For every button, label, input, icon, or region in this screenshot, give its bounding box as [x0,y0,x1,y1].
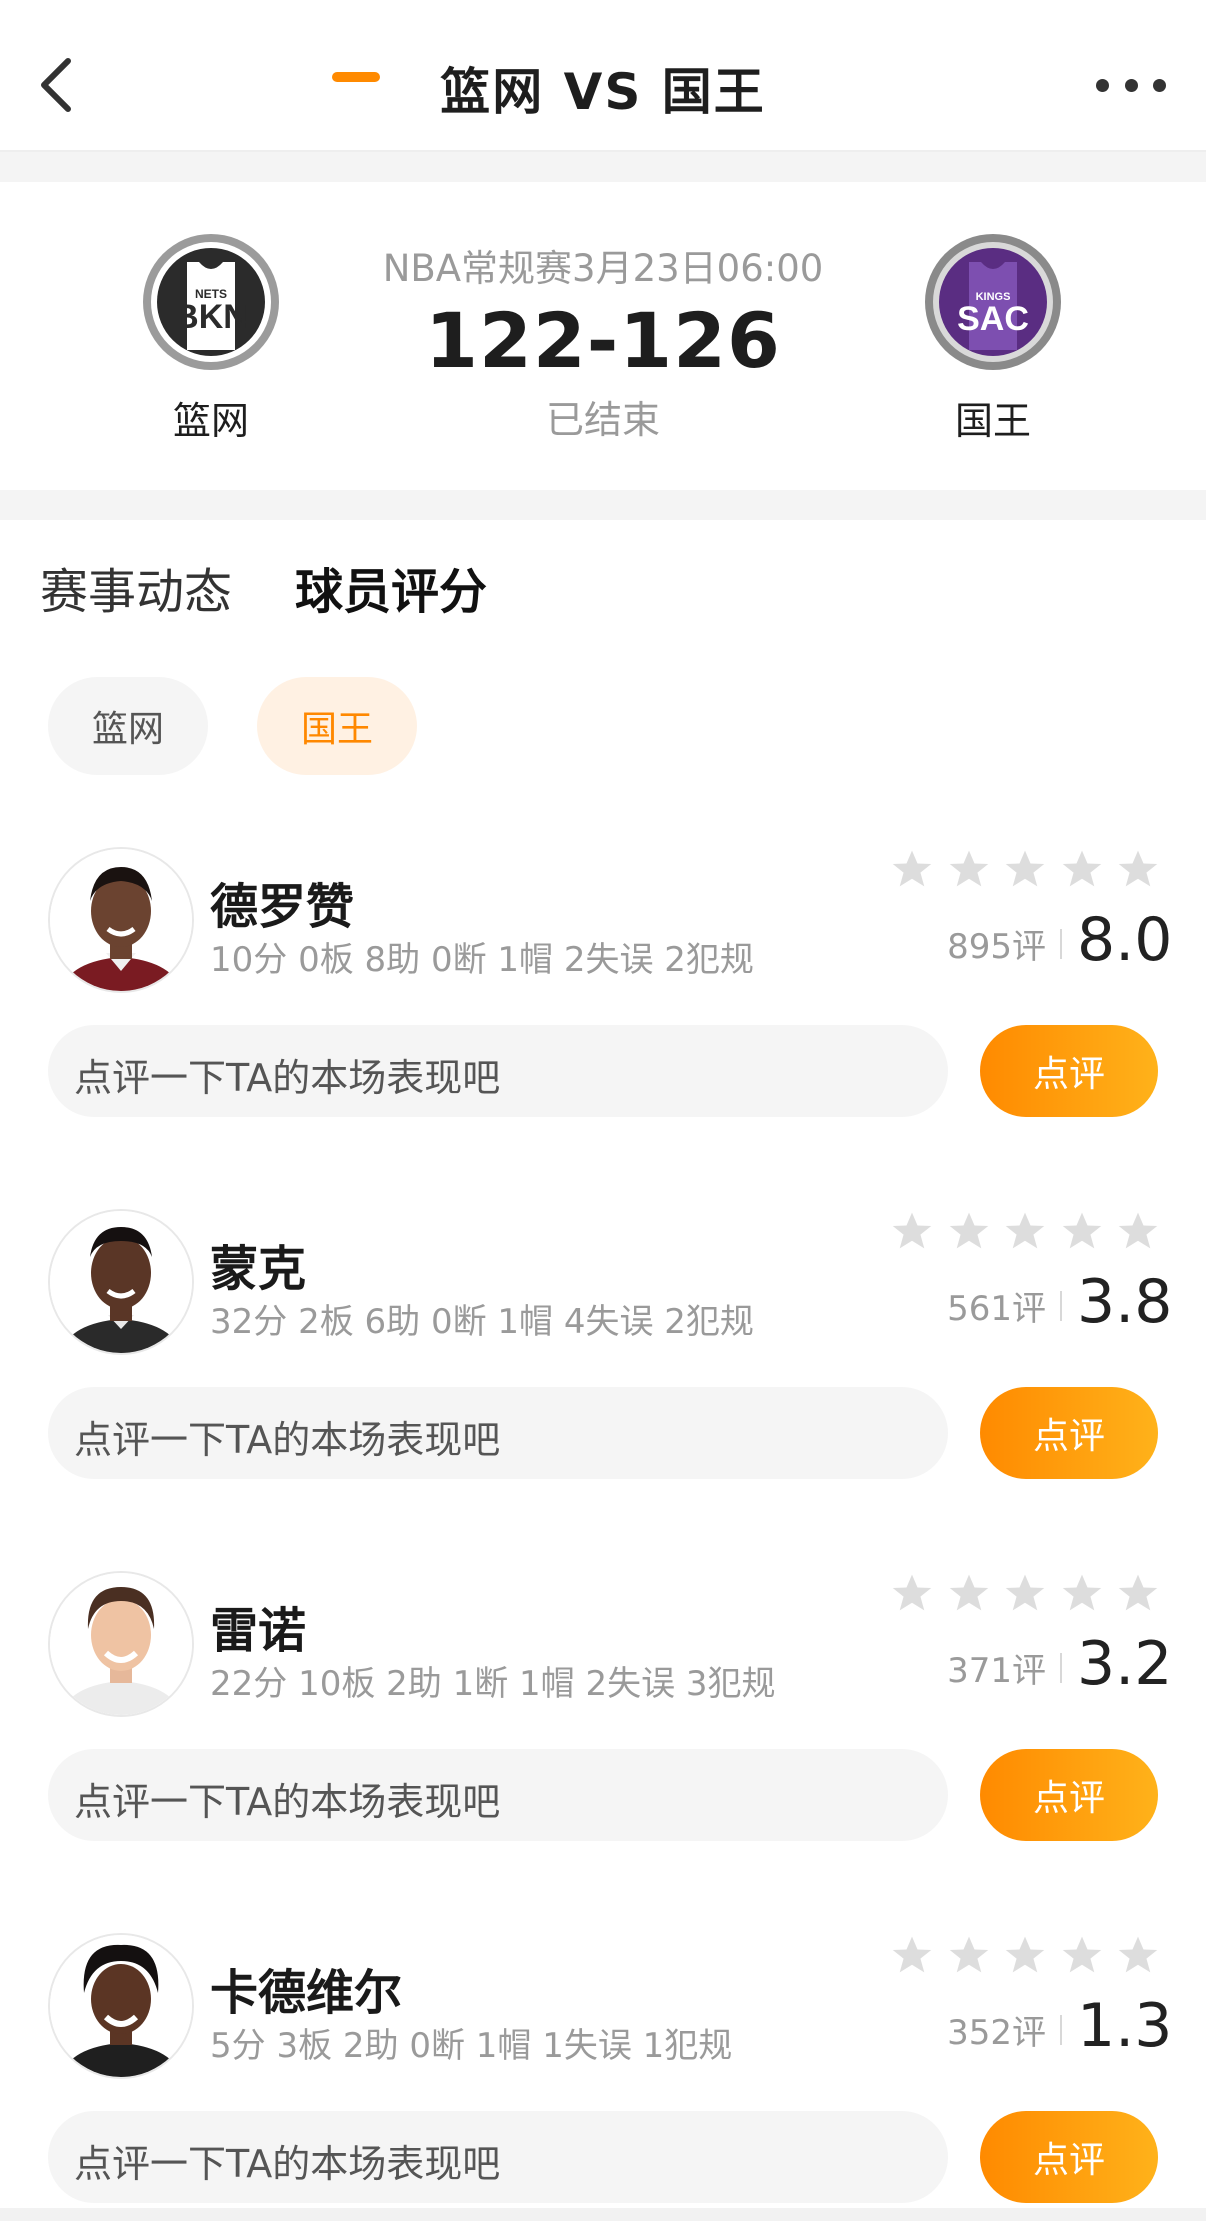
tab-game-events[interactable]: 赛事动态 [40,552,232,622]
match-score: 122-126 [425,296,781,385]
player-card: 雷诺 22分 10板 2助 1断 1帽 2失误 3犯规 371评 3.2 点评一… [0,1571,1206,1871]
player-name: 卡德维尔 [210,1965,403,2021]
star-icon[interactable] [1116,1209,1160,1253]
rating-count: 371评 [947,1651,1046,1691]
star-icon[interactable] [890,1933,934,1977]
player-name: 蒙克 [210,1241,307,1297]
rating-score: 1.3 [1077,1991,1173,2061]
comment-input[interactable]: 点评一下TA的本场表现吧 [48,2111,948,2203]
star-icon[interactable] [1060,1209,1104,1253]
comment-placeholder: 点评一下TA的本场表现吧 [74,1418,501,1462]
player-name: 德罗赞 [210,879,355,935]
more-options-icon[interactable] [1096,65,1166,105]
star-icon[interactable] [1003,1571,1047,1615]
star-icon[interactable] [947,847,991,891]
home-team-name: 篮网 [172,399,249,443]
player-stats: 5分 3板 2助 0断 1帽 1失误 1犯规 [210,2026,733,2066]
active-tab-indicator [332,72,380,82]
star-icon[interactable] [1116,847,1160,891]
star-icon[interactable] [1060,847,1104,891]
tab-player-ratings[interactable]: 球员评分 [295,552,487,622]
star-icon[interactable] [1116,1933,1160,1977]
review-button[interactable]: 点评 [980,1387,1158,1479]
player-avatar[interactable] [48,847,194,993]
star-icon[interactable] [1060,1571,1104,1615]
kings-logo: KINGS SAC [923,232,1063,372]
filter-kings[interactable]: 国王 [257,677,417,775]
away-team-name: 国王 [954,399,1031,443]
comment-placeholder: 点评一下TA的本场表现吧 [74,1056,501,1100]
rating-score: 8.0 [1077,905,1173,975]
star-icon[interactable] [1003,1933,1047,1977]
player-name: 雷诺 [210,1603,307,1659]
review-button[interactable]: 点评 [980,2111,1158,2203]
star-icon[interactable] [1003,1209,1047,1253]
divider [1060,1653,1062,1683]
svg-text:SAC: SAC [957,300,1029,338]
star-icon[interactable] [1060,1933,1104,1977]
star-rating[interactable] [890,1209,1160,1255]
star-rating[interactable] [890,1571,1160,1617]
top-nav-bar: 篮网 VS 国王 [0,0,1206,152]
player-card: 德罗赞 10分 0板 8助 0断 1帽 2失误 2犯规 895评 8.0 点评一… [0,847,1206,1147]
comment-input[interactable]: 点评一下TA的本场表现吧 [48,1749,948,1841]
player-card: 蒙克 32分 2板 6助 0断 1帽 4失误 2犯规 561评 3.8 点评一下… [0,1209,1206,1509]
star-icon[interactable] [890,1209,934,1253]
rating-count: 895评 [947,927,1046,967]
divider [0,490,1206,520]
player-avatar[interactable] [48,1209,194,1355]
match-status: 已结束 [545,398,660,442]
bottom-edge [0,2208,1206,2221]
player-stats: 32分 2板 6助 0断 1帽 4失误 2犯规 [210,1302,754,1342]
nets-logo: NETS BKN [141,232,281,372]
divider [0,152,1206,182]
star-icon[interactable] [890,847,934,891]
rating-score: 3.2 [1077,1629,1173,1699]
star-icon[interactable] [947,1933,991,1977]
rating-count: 352评 [947,2013,1046,2053]
star-rating[interactable] [890,847,1160,893]
rating-count: 561评 [947,1289,1046,1329]
svg-text:BKN: BKN [174,298,248,336]
away-team[interactable]: KINGS SAC 国王 [918,232,1068,445]
review-button[interactable]: 点评 [980,1749,1158,1841]
review-button[interactable]: 点评 [980,1025,1158,1117]
star-icon[interactable] [1116,1571,1160,1615]
comment-input[interactable]: 点评一下TA的本场表现吧 [48,1387,948,1479]
star-icon[interactable] [947,1571,991,1615]
filter-nets[interactable]: 篮网 [48,677,208,775]
divider [1060,1291,1062,1321]
player-avatar[interactable] [48,1933,194,2079]
player-avatar[interactable] [48,1571,194,1717]
star-icon[interactable] [890,1571,934,1615]
star-rating[interactable] [890,1933,1160,1979]
match-info: NBA常规赛3月23日06:00 122-126 已结束 [303,238,903,444]
star-icon[interactable] [1003,847,1047,891]
comment-placeholder: 点评一下TA的本场表现吧 [74,2142,501,2186]
page-title: 篮网 VS 国王 [440,63,766,121]
match-meta: NBA常规赛3月23日06:00 [382,247,824,290]
comment-placeholder: 点评一下TA的本场表现吧 [74,1780,501,1824]
match-header: NETS BKN 篮网 NBA常规赛3月23日06:00 122-126 已结束… [0,182,1206,490]
divider [1060,2015,1062,2045]
rating-score: 3.8 [1077,1267,1173,1337]
star-icon[interactable] [947,1209,991,1253]
player-stats: 10分 0板 8助 0断 1帽 2失误 2犯规 [210,940,754,980]
home-team[interactable]: NETS BKN 篮网 [136,232,286,445]
comment-input[interactable]: 点评一下TA的本场表现吧 [48,1025,948,1117]
divider [1060,929,1062,959]
player-card: 卡德维尔 5分 3板 2助 0断 1帽 1失误 1犯规 352评 1.3 点评一… [0,1933,1206,2233]
player-stats: 22分 10板 2助 1断 1帽 2失误 3犯规 [210,1664,776,1704]
